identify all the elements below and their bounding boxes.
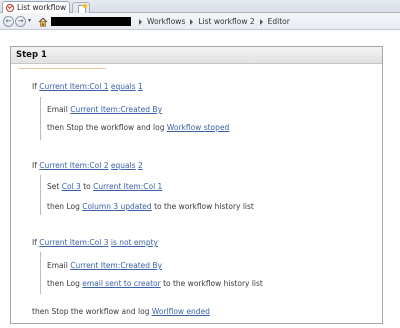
set-value-link[interactable]: Current Item:Col 1 [93,182,162,191]
action-suffix: to the workflow history list [154,202,254,211]
condition-3-branch-line [40,252,41,294]
action-log-2: then Log email sent to creator to the wo… [47,279,263,289]
forward-button[interactable]: → [15,16,26,27]
stop-message-link[interactable]: Workflow stoped [167,123,229,132]
action-stop-final: then Stop the workflow and log Worlflow … [32,307,210,317]
action-mid: to [83,182,91,191]
if-keyword: If [32,161,37,170]
chevron-right-icon [259,18,263,25]
if-keyword: If [32,238,37,247]
back-arrow-icon: ← [5,17,12,25]
condition-1-operator-link[interactable]: equals [111,82,136,91]
condition-1: If Current Item:Col 1 equals 1 [32,82,143,92]
home-icon[interactable] [38,17,48,27]
action-prefix: Email [47,105,68,114]
breadcrumb: Workflows List workflow 2 Editor [134,16,290,27]
breadcrumb-bar: ← → ▾ Workflows List workflow 2 Editor [0,13,400,30]
tab-strip: List workflow 2 [0,0,400,14]
chevron-right-icon [190,18,194,25]
if-keyword: If [32,82,37,91]
breadcrumb-item-workflows[interactable]: Workflows [147,17,185,26]
action-prefix: then Log [47,279,80,288]
history-dropdown-icon[interactable]: ▾ [28,17,31,25]
action-prefix: then Log [47,202,80,211]
stop-message-link[interactable]: Worlflow ended [152,307,210,316]
new-tab-button[interactable] [72,2,90,14]
action-email-2: Email Current Item:Created By [47,261,162,271]
breadcrumb-item-list-workflow[interactable]: List workflow 2 [198,17,254,26]
condition-3: If Current Item:Col 3 is not empty [32,238,158,248]
action-suffix: to the workflow history list [163,279,263,288]
condition-2-operator-link[interactable]: equals [111,161,136,170]
step-title[interactable]: Step 1 [11,47,382,64]
action-prefix: then Stop the workflow and log [47,123,165,132]
workflow-favicon-icon [6,4,14,12]
email-recipient-link[interactable]: Current Item:Created By [70,261,162,270]
forward-arrow-icon: → [17,17,24,25]
set-field-link[interactable]: Col 3 [62,182,81,191]
redacted-site-name [51,17,131,26]
action-stop-1: then Stop the workflow and log Workflow … [47,123,229,133]
condition-1-branch-line [40,97,41,140]
log-message-link[interactable]: Column 3 updated [82,202,151,211]
breadcrumb-item-editor[interactable]: Editor [268,17,290,26]
condition-2-field-link[interactable]: Current Item:Col 2 [39,161,108,170]
action-prefix: Email [47,261,68,270]
condition-3-field-link[interactable]: Current Item:Col 3 [39,238,108,247]
condition-3-operator-link[interactable]: is not empty [111,238,158,247]
log-message-link[interactable]: email sent to creator [82,279,160,288]
email-recipient-link[interactable]: Current Item:Created By [70,105,162,114]
tab-title: List workflow 2 [17,3,70,12]
action-log-1: then Log Column 3 updated to the workflo… [47,202,254,212]
action-prefix: Set [47,182,60,191]
action-prefix: then Stop the workflow and log [32,307,150,316]
step-name-underline [18,68,106,69]
condition-2-branch-line [40,175,41,215]
condition-1-value-link[interactable]: 1 [138,82,143,91]
workflow-step-panel: Step 1 If Current Item:Col 1 equals 1 Em… [10,46,383,324]
action-email-1: Email Current Item:Created By [47,105,162,115]
condition-1-field-link[interactable]: Current Item:Col 1 [39,82,108,91]
condition-2: If Current Item:Col 2 equals 2 [32,161,143,171]
condition-2-value-link[interactable]: 2 [138,161,143,170]
action-set-field: Set Col 3 to Current Item:Col 1 [47,182,162,192]
chevron-right-icon [139,18,142,25]
back-button[interactable]: ← [3,16,14,27]
